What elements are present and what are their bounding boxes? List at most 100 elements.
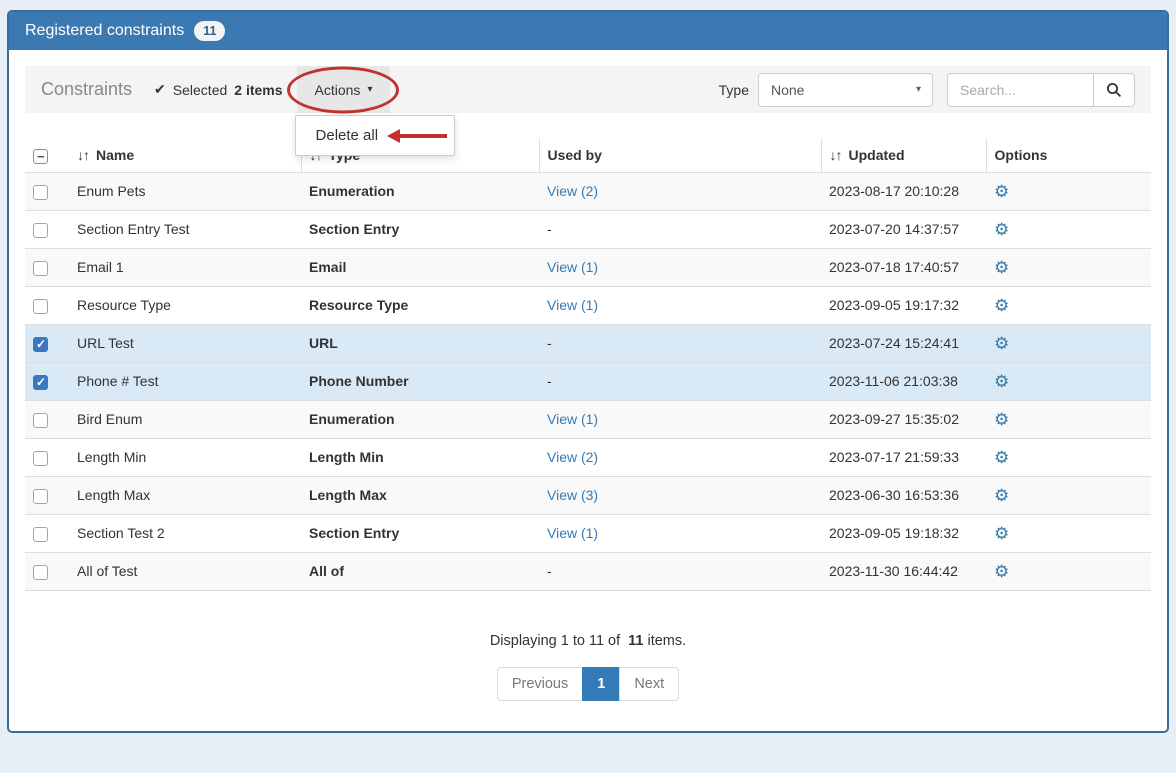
constraint-name: URL Test bbox=[69, 324, 301, 362]
used-by-value: - bbox=[547, 563, 552, 579]
actions-label: Actions bbox=[315, 82, 361, 98]
caret-down-icon: ▾ bbox=[916, 74, 921, 106]
search-input[interactable] bbox=[947, 73, 1093, 107]
table-row: Enum Pets Enumeration View (2) 2023-08-1… bbox=[25, 172, 1151, 210]
constraint-name: Section Entry Test bbox=[69, 210, 301, 248]
constraint-name: All of Test bbox=[69, 552, 301, 590]
row-checkbox[interactable] bbox=[33, 299, 48, 314]
constraint-type: Length Max bbox=[301, 476, 539, 514]
summary-total: 11 bbox=[628, 633, 643, 649]
table-row: URL Test URL - 2023-07-24 15:24:41 ⚙ bbox=[25, 324, 1151, 362]
caret-down-icon: ▾ bbox=[367, 84, 372, 95]
updated-value: 2023-07-18 17:40:57 bbox=[821, 248, 986, 286]
updated-value: 2023-09-27 15:35:02 bbox=[821, 400, 986, 438]
constraint-type: Enumeration bbox=[301, 400, 539, 438]
constraint-name: Length Max bbox=[69, 476, 301, 514]
used-by-value[interactable]: View (1) bbox=[547, 297, 598, 313]
type-filter-select[interactable]: None ▾ bbox=[758, 73, 933, 107]
row-checkbox[interactable] bbox=[33, 223, 48, 238]
row-checkbox[interactable] bbox=[33, 185, 48, 200]
row-checkbox[interactable] bbox=[33, 337, 48, 352]
constraint-name: Enum Pets bbox=[69, 172, 301, 210]
delete-all-label: Delete all bbox=[316, 127, 379, 144]
updated-value: 2023-08-17 20:10:28 bbox=[821, 172, 986, 210]
previous-page-button[interactable]: Previous bbox=[497, 667, 583, 701]
sort-icon: ↓↑ bbox=[77, 147, 89, 163]
table-header-row: ↓↑Name ↓↑Type Used by ↓↑Updated Options bbox=[25, 139, 1151, 172]
constraint-type: Section Entry bbox=[301, 514, 539, 552]
column-header-used-by: Used by bbox=[539, 139, 821, 172]
used-by-value[interactable]: View (1) bbox=[547, 525, 598, 541]
column-header-name[interactable]: ↓↑Name bbox=[69, 139, 301, 172]
gear-icon[interactable]: ⚙ bbox=[994, 182, 1009, 201]
gear-icon[interactable]: ⚙ bbox=[994, 334, 1009, 353]
table-row: Section Test 2 Section Entry View (1) 20… bbox=[25, 514, 1151, 552]
next-page-button[interactable]: Next bbox=[619, 667, 679, 701]
table-row: Bird Enum Enumeration View (1) 2023-09-2… bbox=[25, 400, 1151, 438]
table-row: Phone # Test Phone Number - 2023-11-06 2… bbox=[25, 362, 1151, 400]
count-badge: 11 bbox=[194, 21, 225, 41]
used-by-value[interactable]: View (1) bbox=[547, 259, 598, 275]
table-row: All of Test All of - 2023-11-30 16:44:42… bbox=[25, 552, 1151, 590]
actions-button[interactable]: Actions ▾ bbox=[297, 66, 391, 113]
gear-icon[interactable]: ⚙ bbox=[994, 524, 1009, 543]
gear-icon[interactable]: ⚙ bbox=[994, 296, 1009, 315]
registered-constraints-panel: Registered constraints 11 Constraints ✔ … bbox=[7, 10, 1169, 733]
constraints-table: ↓↑Name ↓↑Type Used by ↓↑Updated Options bbox=[25, 139, 1151, 591]
items-summary: Displaying 1 to 11 of 11items. bbox=[25, 633, 1151, 649]
constraint-name: Phone # Test bbox=[69, 362, 301, 400]
gear-icon[interactable]: ⚙ bbox=[994, 486, 1009, 505]
constraint-type: All of bbox=[301, 552, 539, 590]
used-by-value[interactable]: View (2) bbox=[547, 449, 598, 465]
updated-value: 2023-11-30 16:44:42 bbox=[821, 552, 986, 590]
table-row: Email 1 Email View (1) 2023-07-18 17:40:… bbox=[25, 248, 1151, 286]
gear-icon[interactable]: ⚙ bbox=[994, 220, 1009, 239]
sort-icon: ↓↑ bbox=[830, 147, 842, 163]
pagination: Previous 1 Next bbox=[25, 667, 1151, 701]
gear-icon[interactable]: ⚙ bbox=[994, 372, 1009, 391]
constraint-type: Resource Type bbox=[301, 286, 539, 324]
row-checkbox[interactable] bbox=[33, 451, 48, 466]
updated-value: 2023-07-24 15:24:41 bbox=[821, 324, 986, 362]
search-group bbox=[947, 73, 1135, 107]
toolbar: Constraints ✔ Selected 2 items Actions ▾… bbox=[25, 66, 1151, 113]
column-header-options: Options bbox=[986, 139, 1151, 172]
updated-value: 2023-07-17 21:59:33 bbox=[821, 438, 986, 476]
updated-value: 2023-11-06 21:03:38 bbox=[821, 362, 986, 400]
summary-suffix: items. bbox=[647, 633, 686, 649]
table-row: Length Max Length Max View (3) 2023-06-3… bbox=[25, 476, 1151, 514]
updated-value: 2023-09-05 19:17:32 bbox=[821, 286, 986, 324]
row-checkbox[interactable] bbox=[33, 413, 48, 428]
row-checkbox[interactable] bbox=[33, 375, 48, 390]
row-checkbox[interactable] bbox=[33, 489, 48, 504]
updated-value: 2023-07-20 14:37:57 bbox=[821, 210, 986, 248]
gear-icon[interactable]: ⚙ bbox=[994, 258, 1009, 277]
row-checkbox[interactable] bbox=[33, 565, 48, 580]
used-by-value[interactable]: View (3) bbox=[547, 487, 598, 503]
constraint-type: Section Entry bbox=[301, 210, 539, 248]
row-checkbox[interactable] bbox=[33, 527, 48, 542]
type-filter-label: Type bbox=[719, 82, 749, 98]
column-header-updated[interactable]: ↓↑Updated bbox=[821, 139, 986, 172]
page-1-button[interactable]: 1 bbox=[582, 667, 620, 701]
used-by-value[interactable]: View (2) bbox=[547, 183, 598, 199]
menu-item-delete-all[interactable]: Delete all bbox=[296, 121, 454, 150]
table-row: Resource Type Resource Type View (1) 202… bbox=[25, 286, 1151, 324]
select-all-checkbox[interactable] bbox=[33, 149, 48, 164]
constraint-name: Email 1 bbox=[69, 248, 301, 286]
table-row: Length Min Length Min View (2) 2023-07-1… bbox=[25, 438, 1151, 476]
search-button[interactable] bbox=[1093, 73, 1135, 107]
gear-icon[interactable]: ⚙ bbox=[994, 410, 1009, 429]
gear-icon[interactable]: ⚙ bbox=[994, 448, 1009, 467]
row-checkbox[interactable] bbox=[33, 261, 48, 276]
type-filter-value: None bbox=[771, 82, 804, 98]
used-by-value[interactable]: View (1) bbox=[547, 411, 598, 427]
toolbar-title: Constraints bbox=[41, 79, 132, 100]
panel-body: Constraints ✔ Selected 2 items Actions ▾… bbox=[9, 50, 1167, 731]
constraint-type: Phone Number bbox=[301, 362, 539, 400]
red-arrow-annotation bbox=[387, 129, 447, 143]
actions-dropdown-wrap: Actions ▾ Delete all bbox=[297, 66, 391, 113]
gear-icon[interactable]: ⚙ bbox=[994, 562, 1009, 581]
summary-prefix: Displaying 1 to 11 of bbox=[490, 633, 620, 649]
constraint-name: Length Min bbox=[69, 438, 301, 476]
